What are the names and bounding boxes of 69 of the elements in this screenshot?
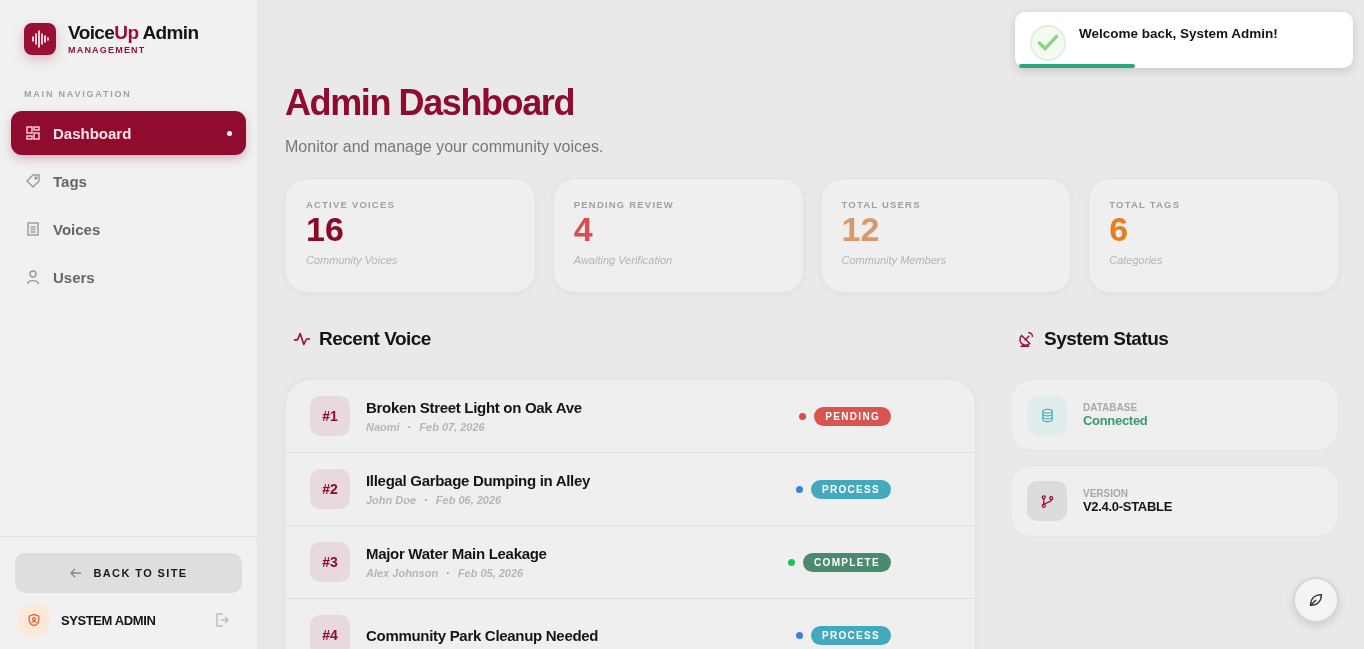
voice-row[interactable]: #3 Major Water Main Leakage Alex Johnson · Feb 05, 2026 COMPLETE [286, 526, 975, 599]
active-dot-icon [227, 130, 232, 136]
nav-item[interactable]: Users [11, 255, 246, 299]
back-to-site-button[interactable]: BACK TO SITE [15, 553, 242, 593]
page-title: Admin Dashboard [285, 82, 576, 124]
checkmark-icon [1029, 24, 1067, 62]
status-badge: PROCESS [811, 625, 891, 645]
section-title: System Status [1044, 328, 1169, 350]
status-value: Connected [1083, 413, 1148, 428]
voice-author: Alex Johnson [366, 567, 439, 579]
stat-value: 12 [841, 212, 881, 248]
voice-number: #3 [310, 542, 350, 582]
voice-author: Naomi [366, 421, 400, 433]
toast-message: Welcome back, System Admin! [1079, 26, 1278, 41]
stat-caption: Community Voices [306, 253, 399, 266]
status-badge: PROCESS [811, 479, 891, 499]
status-label: DATABASE [1083, 402, 1139, 413]
voice-title: Community Park Cleanup Needed [366, 626, 600, 644]
voice-row[interactable]: #2 Illegal Garbage Dumping in Alley John Doe · Feb 06, 2026 PROCESS [286, 453, 975, 526]
voice-number: #1 [310, 396, 350, 436]
voice-date: Feb 05, 2026 [457, 567, 524, 579]
stat-label: PENDING REVIEW [573, 199, 675, 210]
separator-dot: · [446, 567, 450, 579]
stat-label: TOTAL TAGS [1109, 199, 1182, 210]
voice-author: John Doe [366, 494, 417, 506]
status-badge: COMPLETE [803, 552, 891, 572]
waveform-logo-icon [24, 22, 56, 55]
nav-item[interactable]: Tags [11, 159, 246, 203]
document-icon [25, 221, 41, 237]
nav-item[interactable]: Dashboard [11, 111, 246, 155]
voice-number: #4 [310, 615, 350, 649]
voice-title: Broken Street Light on Oak Ave [366, 399, 583, 416]
stat-label: ACTIVE VOICES [306, 199, 396, 210]
separator-dot: · [407, 421, 412, 433]
leaf-icon[interactable] [1293, 577, 1339, 623]
voice-row[interactable]: #4 Community Park Cleanup Needed PROCESS [286, 599, 975, 649]
voice-date: Feb 07, 2026 [419, 421, 485, 433]
grid-icon [25, 125, 41, 141]
separator-dot: · [424, 494, 428, 506]
voice-row[interactable]: #1 Broken Street Light on Oak Ave Naomi · Feb 07, 2026 PENDING [286, 380, 975, 453]
stat-label: TOTAL USERS [841, 199, 922, 210]
shield-user-icon [19, 605, 49, 635]
stat-caption: Categories [1109, 253, 1164, 266]
status-label: VERSION [1083, 488, 1129, 499]
stat-caption: Awaiting Verification [573, 253, 674, 266]
voice-title: Major Water Main Leakage [366, 545, 548, 562]
user-icon [25, 269, 41, 285]
stat-value: 16 [306, 212, 345, 248]
user-name: SYSTEM ADMIN [61, 612, 157, 628]
tag-icon [25, 173, 41, 189]
database-icon [1027, 395, 1067, 435]
brand-subtitle: MANAGEMENT [68, 45, 147, 55]
brand-name: VoiceUp Admin [68, 22, 199, 44]
status-badge: PENDING [814, 406, 891, 426]
voice-date: Feb 06, 2026 [435, 494, 502, 506]
branch-icon [1027, 481, 1067, 521]
status-value: V2.4.0-STABLE [1083, 499, 1173, 514]
section-title: Recent Voice [319, 328, 431, 350]
stat-value: 4 [573, 212, 594, 248]
voice-number: #2 [310, 469, 350, 509]
satellite-dish-icon [1018, 330, 1036, 348]
voice-title: Illegal Garbage Dumping in Alley [366, 472, 592, 489]
arrow-left-icon [69, 566, 84, 580]
activity-icon [293, 330, 311, 348]
page-subtitle: Monitor and manage your community voices. [285, 138, 605, 156]
section-label: MAIN NAVIGATION [23, 88, 133, 101]
stat-value: 6 [1109, 212, 1130, 248]
stat-caption: Community Members [841, 253, 948, 266]
nav-item[interactable]: Voices [11, 207, 246, 251]
